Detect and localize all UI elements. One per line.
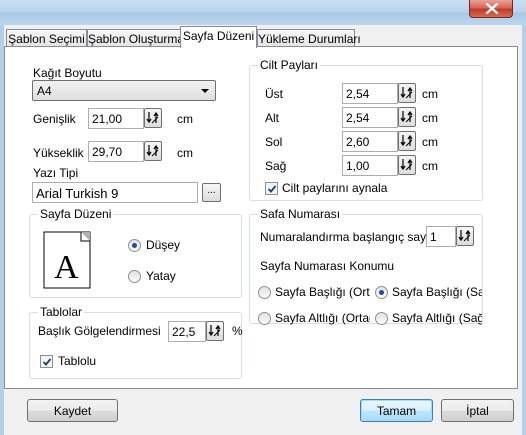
footer-right-label: Sayfa Altlığı (Sağda): [392, 311, 482, 325]
tables-group: Tablolar Başlık Gölgelendirmesi 22,5 % T…: [29, 305, 243, 379]
portrait-radio[interactable]: [128, 239, 141, 252]
spin-arrows-icon: [146, 111, 159, 124]
margin-bottom-label: Alt: [265, 111, 280, 125]
paper-size-select[interactable]: A4: [32, 80, 216, 101]
tab-sayfa-duzeni[interactable]: Sayfa Düzeni: [180, 26, 257, 48]
width-unit: cm: [177, 112, 193, 126]
margin-bottom-unit: cm: [422, 111, 438, 125]
footer-right-radio[interactable]: [375, 312, 388, 325]
numbering-group-title: Safa Numarası: [258, 207, 343, 221]
margins-group: Cilt Payları Üst 2,54 cm Alt 2,54 cm Sol…: [249, 58, 483, 201]
paper-size-label: Kağıt Boyutu: [33, 66, 102, 80]
footer-center-label: Sayfa Altlığı (Ortada): [275, 311, 370, 325]
landscape-radio[interactable]: [128, 270, 141, 283]
save-button[interactable]: Kaydet: [27, 399, 118, 422]
cancel-button[interactable]: İptal: [441, 399, 514, 422]
spin-arrows-icon: [400, 134, 413, 147]
tab-strip: Şablon Seçimi Şablon Oluşturma Sayfa Düz…: [4, 25, 522, 48]
footer-center-radio[interactable]: [258, 312, 271, 325]
close-button[interactable]: [469, 0, 513, 18]
shading-label: Başlık Gölgelendirmesi: [38, 324, 161, 338]
margin-right-spinner[interactable]: [398, 155, 416, 175]
layout-group-title: Sayfa Düzeni: [38, 207, 114, 221]
margin-right-input[interactable]: 1,00: [342, 155, 398, 176]
bordered-label: Tablolu: [58, 354, 97, 368]
margin-top-unit: cm: [422, 87, 438, 101]
margins-group-title: Cilt Payları: [258, 58, 321, 72]
header-center-radio[interactable]: [258, 286, 271, 299]
header-right-label: Sayfa Başlığı (Sağda): [392, 285, 482, 299]
margin-left-unit: cm: [422, 135, 438, 149]
margin-left-label: Sol: [265, 135, 283, 149]
margin-top-input[interactable]: 2,54: [342, 83, 398, 104]
font-label: Yazı Tipi: [33, 166, 79, 180]
mirror-margins-label: Cilt paylarını aynala: [282, 181, 388, 195]
tables-group-title: Tablolar: [38, 305, 85, 319]
spin-arrows-icon: [208, 324, 221, 337]
tab-sablon-olusturma[interactable]: Şablon Oluşturma: [87, 29, 184, 47]
margin-top-spinner[interactable]: [398, 83, 416, 103]
shading-spinner[interactable]: [206, 321, 224, 341]
margin-top-label: Üst: [265, 87, 283, 101]
dialog-window: Şablon Seçimi Şablon Oluşturma Sayfa Düz…: [0, 0, 526, 435]
bordered-checkbox[interactable]: [40, 355, 53, 368]
spin-arrows-icon: [146, 144, 159, 157]
header-right-radio[interactable]: [375, 286, 388, 299]
height-unit: cm: [177, 146, 193, 160]
preview-letter: A: [54, 249, 79, 286]
font-browse-button[interactable]: ...: [202, 183, 221, 202]
height-label: Yükseklik: [33, 146, 84, 160]
spin-arrows-icon: [458, 229, 471, 242]
margin-left-spinner[interactable]: [398, 131, 416, 151]
mirror-margins-checkbox[interactable]: [265, 182, 278, 195]
start-page-spinner[interactable]: [456, 226, 474, 246]
spin-arrows-icon: [400, 158, 413, 171]
numbering-group: Safa Numarası Numaralandırma başlangıç s…: [249, 207, 483, 325]
checkmark-icon: [42, 358, 52, 366]
spin-arrows-icon: [400, 86, 413, 99]
page-preview-icon: A: [43, 231, 91, 289]
landscape-label: Yatay: [146, 269, 176, 283]
close-icon: [485, 3, 499, 14]
tab-sablon-secimi[interactable]: Şablon Seçimi: [6, 29, 87, 47]
title-bar[interactable]: [0, 0, 526, 25]
margin-bottom-spinner[interactable]: [398, 107, 416, 127]
chevron-down-icon: [201, 89, 209, 93]
height-input[interactable]: 29,70: [88, 141, 144, 162]
margin-right-label: Sağ: [265, 159, 287, 173]
tab-yukleme-durumlari[interactable]: Yükleme Durumları: [257, 29, 361, 47]
margin-bottom-input[interactable]: 2,54: [342, 107, 398, 128]
width-spinner[interactable]: [144, 108, 162, 128]
start-page-input[interactable]: 1: [426, 226, 456, 247]
tab-panel: Kağıt Boyutu A4 Genişlik 21,00 cm Yüksek…: [4, 46, 518, 389]
margin-right-unit: cm: [422, 159, 438, 173]
width-label: Genişlik: [33, 112, 76, 126]
layout-group: Sayfa Düzeni A Düşey Yatay: [29, 207, 242, 298]
paper-size-value: A4: [37, 84, 52, 98]
ok-button[interactable]: Tamam: [360, 399, 433, 422]
font-input[interactable]: Arial Turkish 9: [32, 182, 198, 203]
margin-left-input[interactable]: 2,60: [342, 131, 398, 152]
height-spinner[interactable]: [144, 141, 162, 161]
window-frame-right: [522, 25, 526, 435]
position-title: Sayfa Numarası Konumu: [260, 259, 395, 273]
shading-input[interactable]: 22,5: [168, 321, 206, 342]
width-input[interactable]: 21,00: [88, 108, 144, 129]
portrait-label: Düşey: [146, 238, 181, 252]
start-page-label: Numaralandırma başlangıç sayfası :: [260, 230, 453, 244]
spin-arrows-icon: [400, 110, 413, 123]
checkmark-icon: [267, 185, 277, 193]
header-center-label: Sayfa Başlığı (Ortada): [275, 285, 370, 299]
shading-unit: %: [232, 324, 243, 338]
